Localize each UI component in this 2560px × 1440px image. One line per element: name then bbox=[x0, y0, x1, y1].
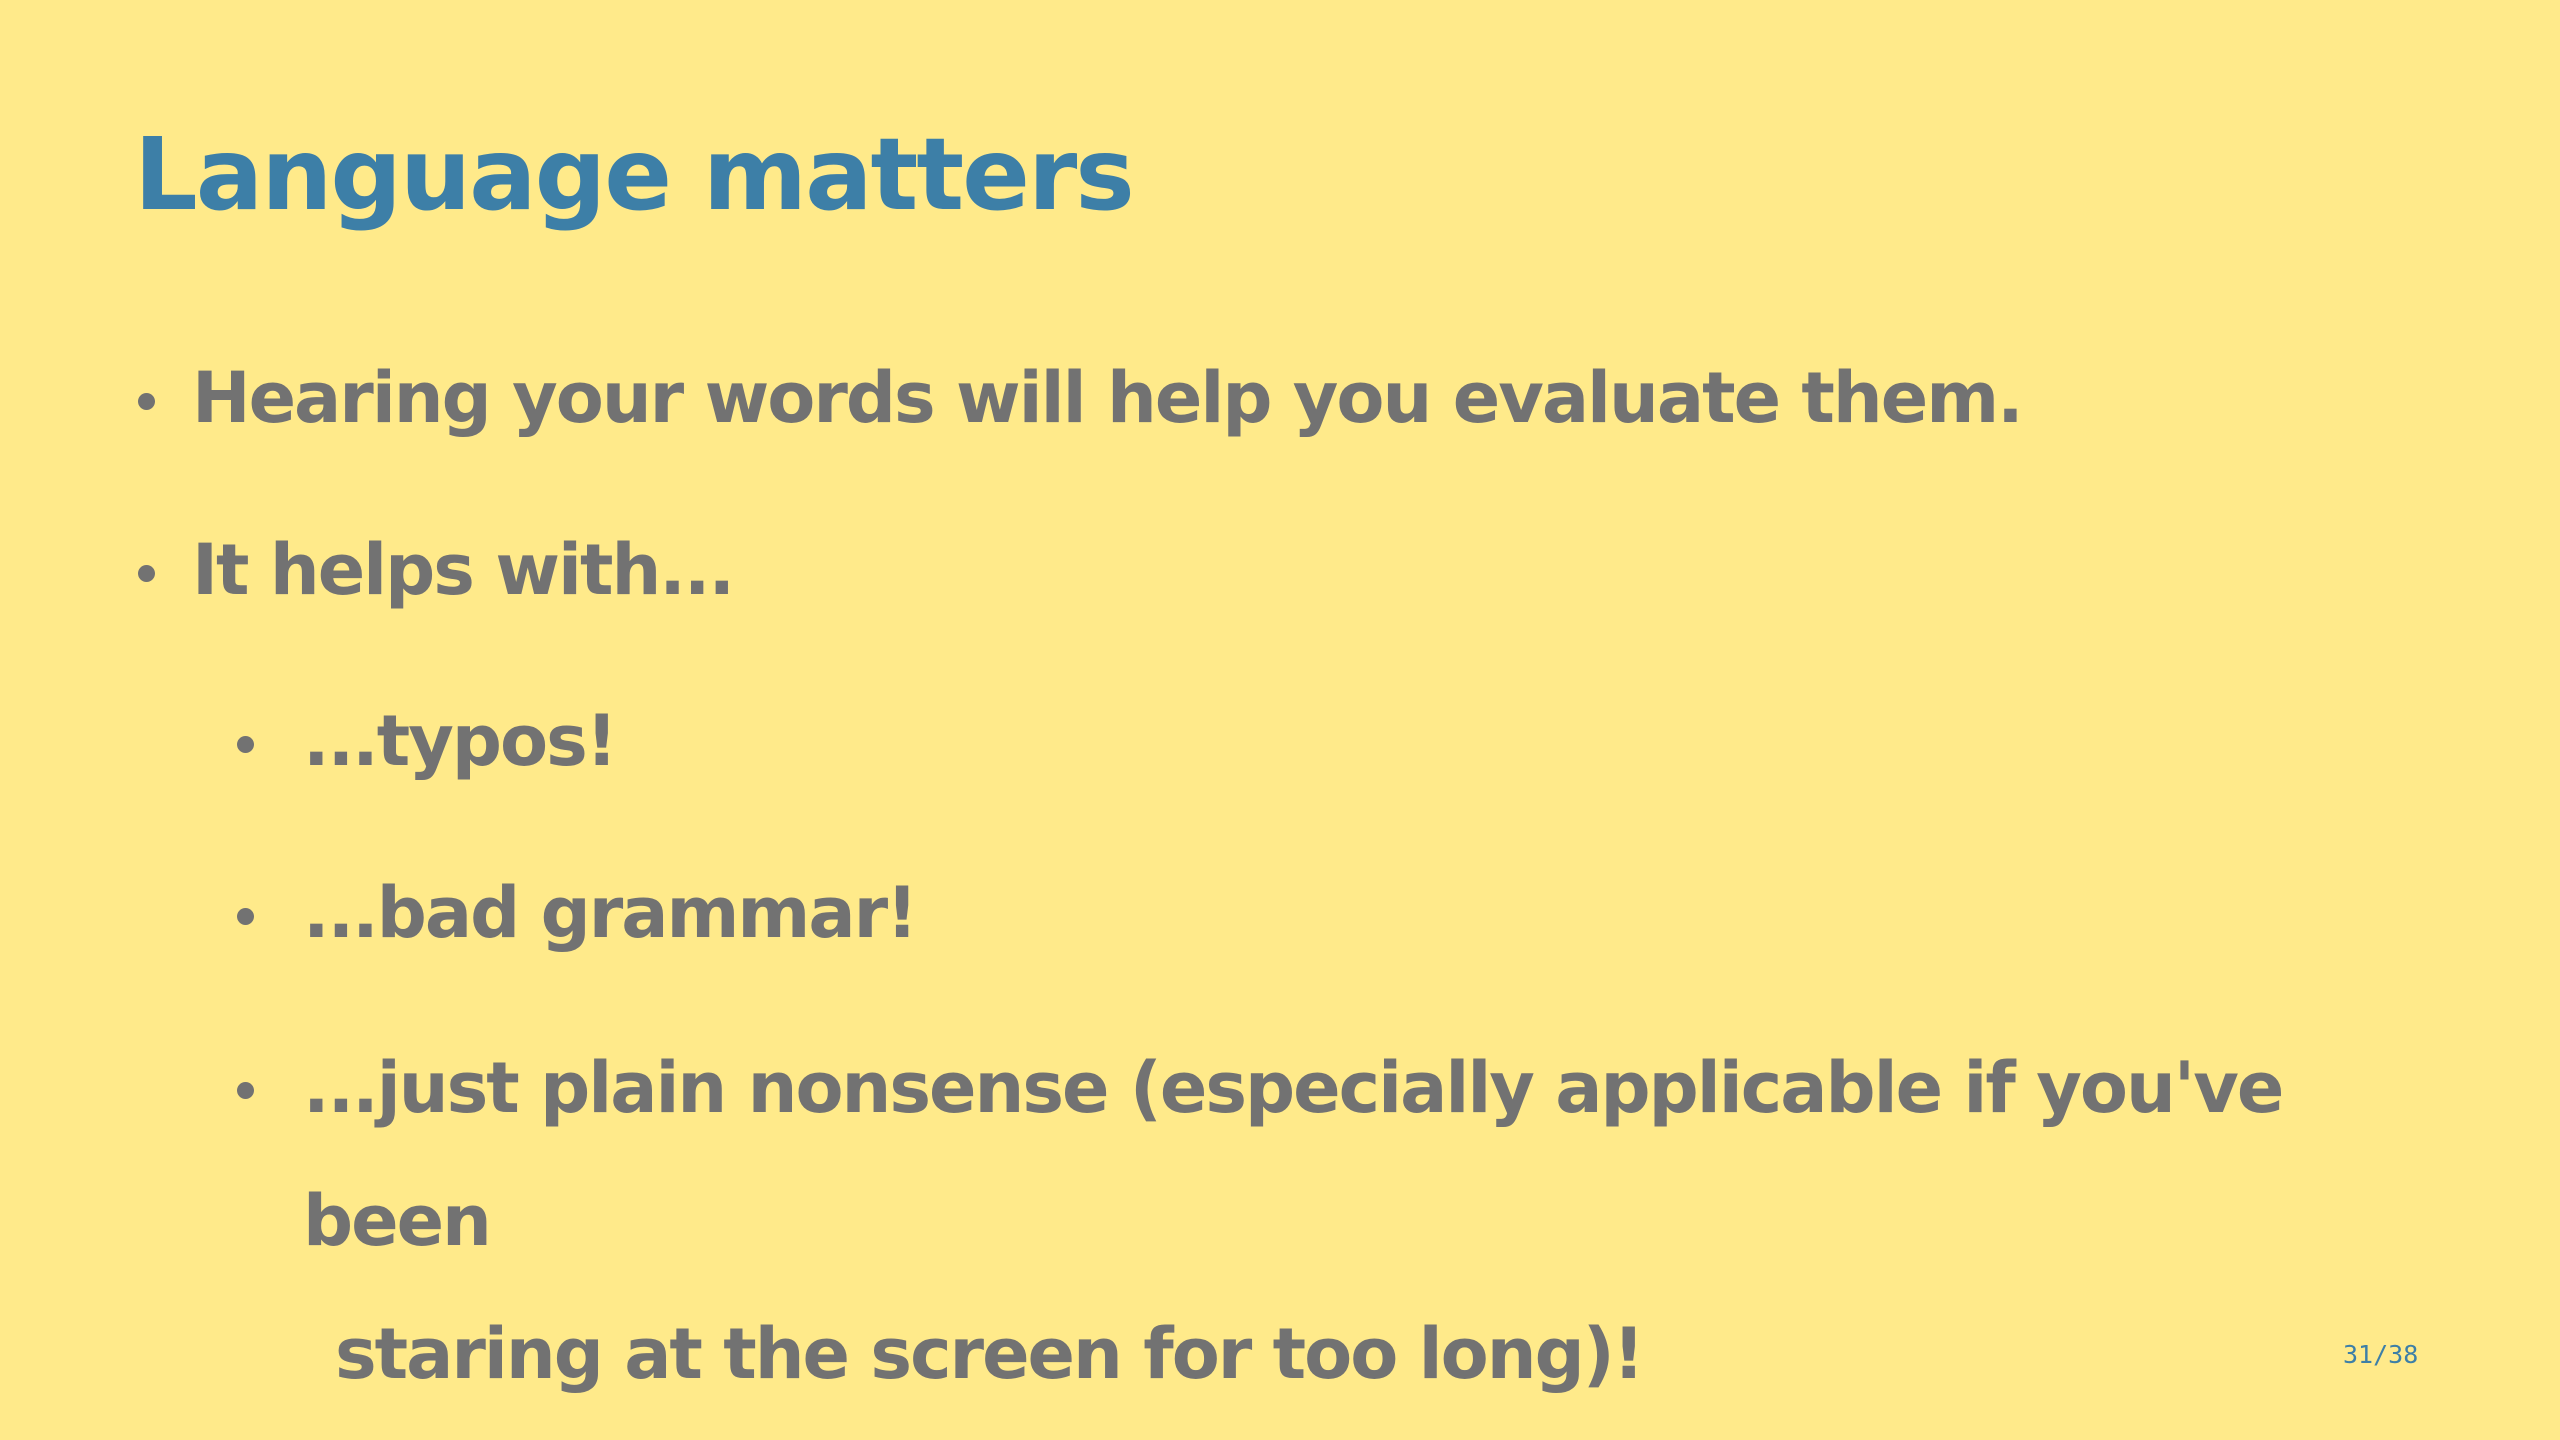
sub-bullet-item: ...typos! bbox=[237, 693, 618, 789]
sub-bullet-item: ...just plain nonsense (especially appli… bbox=[237, 1022, 2403, 1421]
slide: Language matters Hearing your words will… bbox=[0, 0, 2560, 1440]
bullet-text: ...bad grammar! bbox=[303, 872, 918, 954]
bullet-text: It helps with... bbox=[192, 529, 735, 611]
bullet-text-line-2: staring at the screen for too long)! bbox=[335, 1313, 1645, 1395]
bullet-list: Hearing your words will help you evaluat… bbox=[0, 0, 2560, 1440]
page-number: 31/38 bbox=[2343, 1340, 2419, 1369]
bullet-text: ...typos! bbox=[303, 700, 618, 782]
sub-bullet-item: ...bad grammar! bbox=[237, 865, 918, 961]
bullet-text: Hearing your words will help you evaluat… bbox=[192, 357, 2024, 439]
bullet-dot-icon bbox=[138, 565, 155, 582]
bullet-dot-icon bbox=[237, 908, 254, 925]
bullet-text-line-1: ...just plain nonsense (especially appli… bbox=[303, 1047, 2284, 1262]
bullet-dot-icon bbox=[237, 1082, 254, 1099]
bullet-dot-icon bbox=[138, 393, 155, 410]
bullet-item: Hearing your words will help you evaluat… bbox=[138, 350, 2024, 446]
bullet-item: It helps with... bbox=[138, 522, 735, 618]
bullet-dot-icon bbox=[237, 736, 254, 753]
